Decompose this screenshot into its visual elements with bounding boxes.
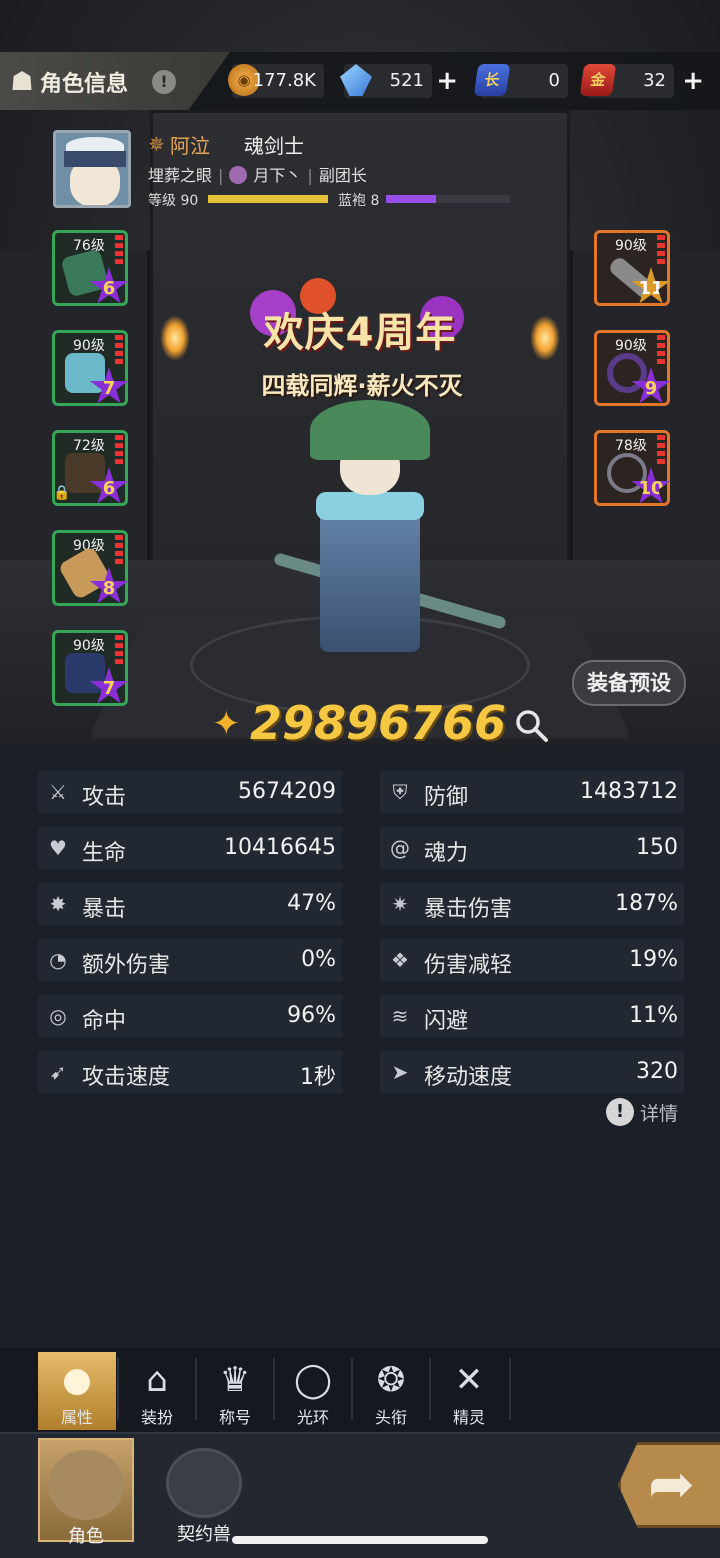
resource-gold: ◉ 177.8K <box>228 64 324 98</box>
equip-slot-ring[interactable]: 90级 9 <box>594 330 671 406</box>
stat-extra-damage: ◔ 额外伤害 0% <box>38 938 342 982</box>
attack-speed-icon: ➹ <box>49 1060 67 1084</box>
gold-value: 177.8K <box>252 70 316 91</box>
stat-attack: ⚔ 攻击 5674209 <box>38 770 342 814</box>
character-head-icon <box>48 1450 124 1520</box>
dodge-icon: ≋ <box>391 1004 409 1028</box>
player-title: 月下丶 <box>253 166 302 185</box>
guild-name: 埋葬之眼 <box>148 166 213 185</box>
home-indicator[interactable] <box>232 1536 488 1544</box>
card-long-value: 0 <box>548 70 560 91</box>
tab-attributes[interactable]: ● 属性 <box>38 1352 116 1430</box>
stat-dodge: ≋ 闪避 11% <box>380 994 684 1038</box>
combat-power-icon: ✦ <box>212 704 241 744</box>
page-title: 角色信息 <box>40 72 129 97</box>
shield-icon: ⛨ <box>392 780 408 804</box>
halo-icon: ◯ <box>293 1360 333 1400</box>
player-name: 阿泣 <box>170 134 210 158</box>
tab-rank-title[interactable]: ❂ 头衔 <box>352 1352 430 1430</box>
info-icon[interactable]: ! <box>606 1098 634 1126</box>
guild-role: 副团长 <box>318 166 367 185</box>
person-icon: ● <box>62 1360 92 1400</box>
rank-progress-bar <box>386 195 510 203</box>
sub-tab-bar: ● 属性 ⌂ 装扮 ♛ 称号 ◯ 光环 ❂ 头衔 ✕ 精灵 <box>0 1348 720 1432</box>
burst-icon: ✷ <box>391 892 409 916</box>
card-gold-value: 32 <box>643 70 666 91</box>
stat-crit-damage: ✷ 暴击伤害 187% <box>380 882 684 926</box>
tab-spirit[interactable]: ✕ 精灵 <box>430 1352 508 1430</box>
card-gold-icon: 金 <box>579 64 617 96</box>
level-progress-bar <box>208 195 328 203</box>
torch-right-icon <box>530 315 560 361</box>
add-crystal-button[interactable]: + <box>436 66 458 96</box>
title-badge-icon <box>229 166 248 184</box>
equipment-preset-button[interactable]: 装备预设 <box>572 660 686 706</box>
guild-emblem-icon: ✵ <box>148 132 165 156</box>
stat-attack-speed: ➹ 攻击速度 1秒 <box>38 1050 342 1094</box>
stat-move-speed: ➤ 移动速度 320 <box>380 1050 684 1094</box>
torch-left-icon <box>160 315 190 361</box>
resource-card-long: 长 0 <box>473 64 568 98</box>
crit-icon: ✸ <box>49 892 67 916</box>
return-arrow-icon: ➦ <box>648 1452 695 1517</box>
combat-power: 29896766 <box>250 696 507 750</box>
stat-hit: ◎ 命中 96% <box>38 994 342 1038</box>
damage-reduction-icon: ❖ <box>391 948 409 972</box>
crystal-value: 521 <box>389 70 424 91</box>
stat-crit: ✸ 暴击 47% <box>38 882 342 926</box>
add-card-gold-button[interactable]: + <box>682 66 704 96</box>
character-silhouette-icon: ☗ <box>10 67 34 97</box>
paw-icon <box>166 1448 242 1518</box>
blue-crystal-icon <box>340 64 372 96</box>
hanger-icon: ⌂ <box>146 1360 168 1400</box>
nav-character[interactable]: 角色 <box>38 1438 134 1547</box>
equip-slot-gloves[interactable]: 90级 8 <box>52 530 129 606</box>
stat-defense: ⛨ 防御 1483712 <box>380 770 684 814</box>
spirit-icon: ✕ <box>454 1360 484 1400</box>
hero-character <box>272 400 508 670</box>
guild-info-row: 埋葬之眼 | 月下丶 | 副团长 <box>148 166 367 185</box>
emblem-icon: ❂ <box>376 1360 406 1400</box>
tab-title[interactable]: ♛ 称号 <box>196 1352 274 1430</box>
stat-hp: ♥ 生命 10416645 <box>38 826 342 870</box>
player-class: 魂剑士 <box>244 134 304 158</box>
details-link[interactable]: 详情 <box>640 1099 678 1126</box>
anniversary-banner: 欢庆4周年 <box>232 300 488 370</box>
swirl-icon: @ <box>390 836 410 860</box>
avatar[interactable] <box>53 130 131 208</box>
sword-icon: ⚔ <box>49 780 67 804</box>
target-icon: ◎ <box>49 1004 67 1028</box>
equip-slot-armor[interactable]: 90级 7 <box>52 330 129 406</box>
boot-icon: ➤ <box>391 1060 409 1084</box>
crown-icon: ♛ <box>219 1360 251 1400</box>
lock-icon: 🔒 <box>53 485 71 501</box>
resource-crystal: 521 + <box>340 64 458 98</box>
equip-slot-necklace[interactable]: 78级 10 <box>594 430 671 506</box>
stat-damage-reduction: ❖ 伤害减轻 19% <box>380 938 684 982</box>
anniversary-title: 欢庆4周年 <box>263 310 457 356</box>
heart-icon: ♥ <box>49 836 67 860</box>
card-long-icon: 长 <box>473 64 511 96</box>
extra-damage-icon: ◔ <box>49 948 67 972</box>
rank-label: 蓝袍 8 <box>338 193 380 209</box>
tab-outfit[interactable]: ⌂ 装扮 <box>118 1352 196 1430</box>
stat-soul: @ 魂力 150 <box>380 826 684 870</box>
tab-aura[interactable]: ◯ 光环 <box>274 1352 352 1430</box>
resource-card-gold: 金 32 + <box>579 64 704 98</box>
equip-slot-boots[interactable]: 90级 7 <box>52 630 129 706</box>
info-icon[interactable]: ! <box>152 70 176 94</box>
equip-slot-pants[interactable]: 72级 🔒 6 <box>52 430 129 506</box>
nav-pet[interactable]: 契约兽 <box>156 1438 252 1545</box>
level-label: 等级 90 <box>148 193 199 209</box>
search-icon[interactable] <box>514 708 550 744</box>
equip-slot-helmet[interactable]: 76级 6 <box>52 230 129 306</box>
anniversary-subtitle: 四载同辉·薪火不灭 <box>261 372 463 400</box>
equip-slot-weapon[interactable]: 90级 11 <box>594 230 671 306</box>
